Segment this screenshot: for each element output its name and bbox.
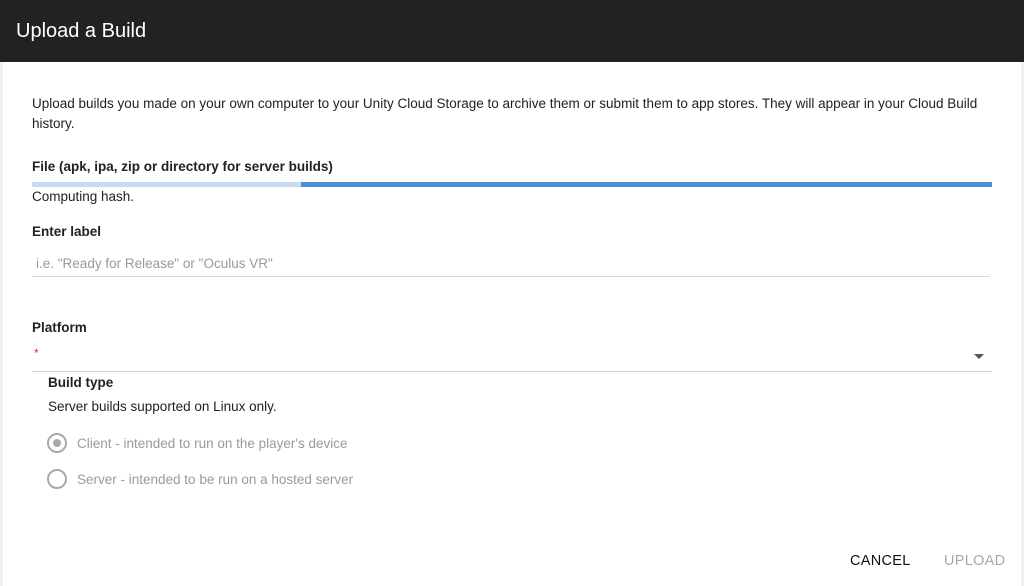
- upload-button[interactable]: UPLOAD: [944, 550, 1005, 572]
- platform-field-label: Platform: [32, 320, 87, 335]
- platform-select[interactable]: [32, 344, 992, 372]
- backdrop-left-edge: [0, 62, 3, 586]
- label-input[interactable]: [32, 250, 990, 277]
- chevron-down-icon: [974, 354, 984, 359]
- file-status-text: Computing hash.: [32, 189, 135, 204]
- dialog-title: Upload a Build: [0, 0, 1024, 62]
- cancel-button[interactable]: CANCEL: [850, 550, 911, 572]
- upload-build-dialog: Upload a Build Upload builds you made on…: [0, 0, 1024, 586]
- dialog-intro-text: Upload builds you made on your own compu…: [32, 96, 978, 131]
- radio-unselected-icon: [47, 469, 67, 489]
- platform-required-indicator: *: [34, 346, 39, 360]
- build-type-option-label: Server - intended to be run on a hosted …: [77, 471, 354, 487]
- file-upload-progress-fill: [300, 182, 992, 187]
- build-type-note: Server builds supported on Linux only.: [48, 399, 277, 414]
- build-type-option-client[interactable]: Client - intended to run on the player's…: [47, 432, 348, 454]
- file-field-label: File (apk, ipa, zip or directory for ser…: [32, 159, 333, 174]
- build-type-option-label: Client - intended to run on the player's…: [77, 435, 348, 451]
- label-field-label: Enter label: [32, 224, 102, 239]
- build-type-option-server[interactable]: Server - intended to be run on a hosted …: [47, 468, 353, 490]
- radio-selected-icon: [47, 433, 67, 453]
- file-upload-progress-bar: [32, 182, 992, 187]
- build-type-label: Build type: [48, 375, 114, 390]
